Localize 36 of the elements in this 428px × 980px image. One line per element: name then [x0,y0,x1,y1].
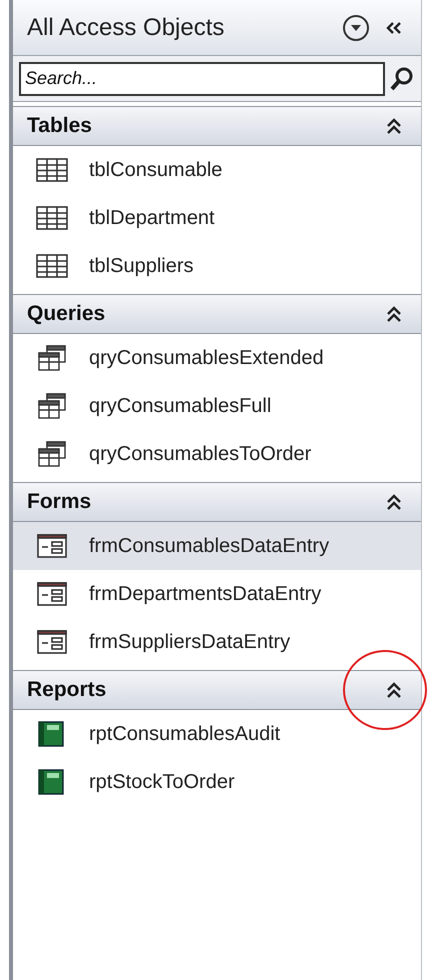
group-title: Forms [27,489,92,516]
group-header[interactable]: Tables [13,106,421,146]
object-label: tblDepartment [89,206,215,231]
object-label: frmConsumablesDataEntry [89,534,330,559]
form-icon [35,581,69,607]
object-label: rptConsumablesAudit [89,722,280,747]
group-header[interactable]: Queries [13,294,421,334]
object-label: frmDepartmentsDataEntry [89,582,322,607]
object-item[interactable]: frmConsumablesDataEntry [13,522,421,570]
double-chevron-up-icon[interactable] [385,117,403,135]
table-icon [35,253,69,279]
double-chevron-left-icon [385,20,403,34]
group-title: Reports [27,677,108,704]
object-label: qryConsumablesFull [89,394,272,419]
caret-icon [350,24,362,32]
group-header[interactable]: Reports [13,670,421,710]
object-label: qryConsumablesToOrder [89,442,312,467]
search-icon [389,66,415,92]
form-icon [35,533,69,559]
object-label: rptStockToOrder [89,770,235,795]
group-title: Tables [27,113,93,140]
object-label: tblSuppliers [89,254,194,279]
double-chevron-up-icon[interactable] [385,305,403,323]
pane-title: All Access Objects [27,12,226,42]
table-icon [35,205,69,231]
table-icon [35,157,69,183]
dropdown-button[interactable] [343,14,369,40]
double-chevron-up-icon[interactable] [385,493,403,511]
form-icon [35,629,69,655]
search-field[interactable]: Search... [19,62,385,96]
double-chevron-up-icon[interactable] [385,681,403,699]
object-label: frmSuppliersDataEntry [89,630,290,655]
group-title: Queries [27,301,106,328]
object-label: tblConsumable [89,158,222,183]
object-label: qryConsumablesExtended [89,346,324,371]
group-header[interactable]: Forms [13,482,421,522]
